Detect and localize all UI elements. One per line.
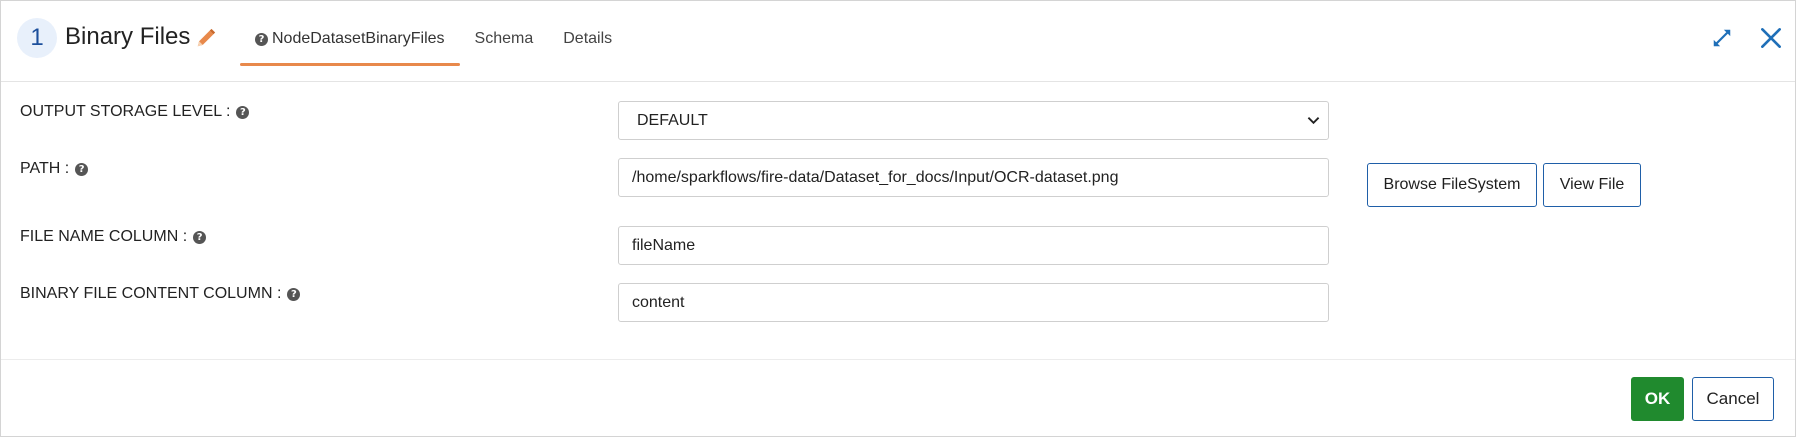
file-name-column-input[interactable]: fileName: [618, 226, 1329, 265]
chevron-down-icon: [1307, 117, 1320, 125]
question-circle-icon: ?: [255, 33, 268, 46]
tab-label: Schema: [474, 30, 534, 47]
tab-schema[interactable]: Schema: [460, 1, 549, 65]
node-title: Binary Files: [65, 23, 191, 50]
tab-label: Details: [563, 30, 613, 47]
output-storage-level-select[interactable]: DEFAULT: [618, 101, 1329, 140]
footer-divider: [1, 359, 1795, 360]
pencil-icon[interactable]: [195, 27, 217, 49]
binary-file-content-column-label: BINARY FILE CONTENT COLUMN :?: [20, 283, 301, 305]
help-icon[interactable]: ?: [193, 231, 207, 244]
help-icon[interactable]: ?: [236, 106, 250, 119]
view-file-button[interactable]: View File: [1543, 163, 1641, 207]
help-icon[interactable]: ?: [75, 163, 89, 176]
ok-button[interactable]: OK: [1631, 377, 1684, 421]
file-name-column-label: FILE NAME COLUMN :?: [20, 226, 207, 248]
binary-file-content-column-input[interactable]: content: [618, 283, 1329, 322]
dialog-header: 1 Binary Files ? NodeDatasetBinaryFiles S…: [1, 1, 1795, 82]
path-input[interactable]: /home/sparkflows/fire-data/Dataset_for_d…: [618, 158, 1329, 197]
tab-node-dataset-binary-files[interactable]: ? NodeDatasetBinaryFiles: [240, 1, 460, 66]
tab-details[interactable]: Details: [548, 1, 627, 65]
node-number-badge: 1: [17, 18, 57, 58]
output-storage-level-label: OUTPUT STORAGE LEVEL :?: [20, 101, 250, 123]
browse-filesystem-button[interactable]: Browse FileSystem: [1367, 163, 1537, 207]
path-label: PATH :?: [20, 158, 89, 180]
cancel-button[interactable]: Cancel: [1692, 377, 1774, 421]
close-icon[interactable]: [1758, 25, 1784, 51]
tab-label: NodeDatasetBinaryFiles: [272, 30, 445, 47]
tab-bar: ? NodeDatasetBinaryFiles Schema Details: [240, 1, 627, 66]
node-dialog: 1 Binary Files ? NodeDatasetBinaryFiles S…: [0, 0, 1796, 437]
help-icon[interactable]: ?: [287, 288, 301, 301]
expand-icon[interactable]: [1711, 27, 1733, 49]
